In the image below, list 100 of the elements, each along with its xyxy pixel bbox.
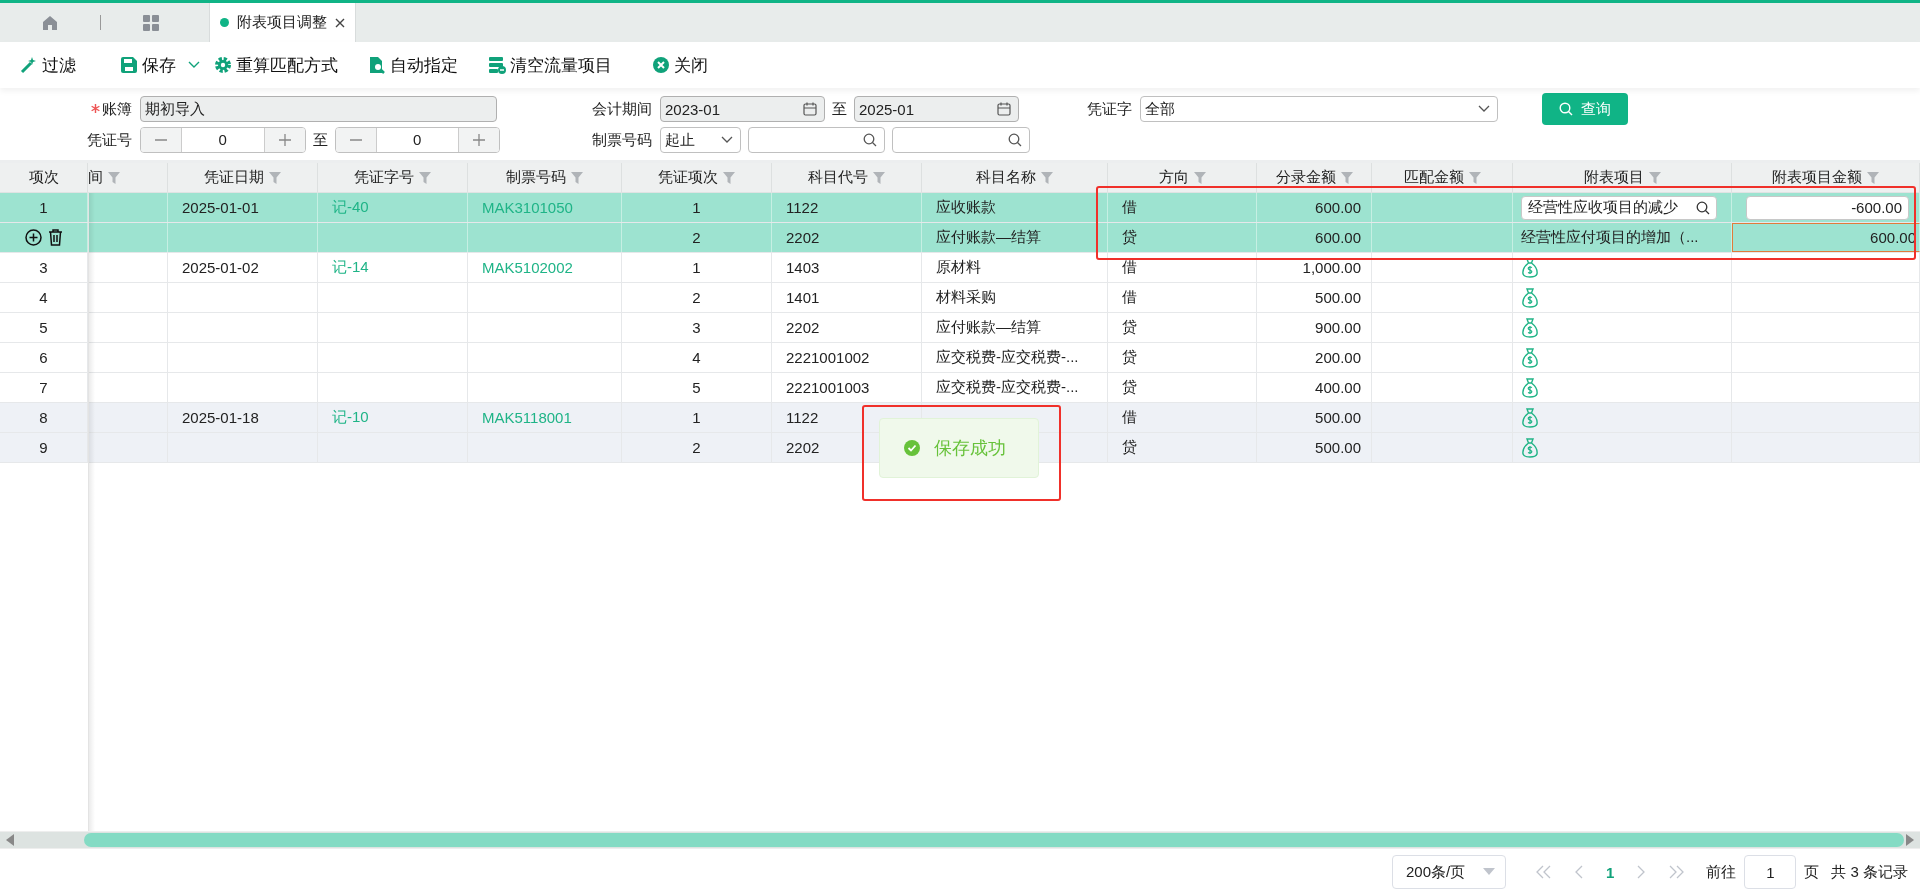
number-stepper[interactable]: 0: [140, 127, 306, 153]
table-cell: 贷: [1122, 378, 1137, 397]
table-cell: 4: [39, 289, 48, 306]
column-header[interactable]: 科目代号: [772, 163, 922, 192]
item-search-field[interactable]: 经营性应收项目的减少: [1521, 195, 1717, 220]
column-header[interactable]: 匹配金额: [1372, 163, 1513, 192]
next-page-icon[interactable]: [1636, 865, 1647, 879]
column-header[interactable]: 凭证项次: [622, 163, 772, 192]
table-cell: 贷: [1122, 348, 1137, 367]
filter-icon[interactable]: [108, 171, 120, 184]
table-cell[interactable]: 经营性应付项目的增加（...: [1521, 228, 1699, 247]
plus-icon[interactable]: [278, 134, 291, 146]
table-cell: 5: [692, 379, 701, 396]
money-bag-icon[interactable]: [1521, 407, 1539, 428]
table-cell: 1,000.00: [1302, 259, 1361, 276]
scroll-right-icon[interactable]: [1906, 834, 1914, 846]
money-bag-icon[interactable]: [1521, 257, 1539, 278]
range-mode-select[interactable]: 起止: [660, 127, 741, 153]
previous-page-icon[interactable]: [1573, 865, 1584, 879]
table-cell: 400.00: [1315, 379, 1361, 396]
table-cell: 2221001002: [786, 349, 870, 366]
filter-icon[interactable]: [1193, 171, 1206, 184]
table-cell: 200.00: [1315, 349, 1361, 366]
table-cell: 2025-01-01: [182, 199, 259, 216]
last-page-icon[interactable]: [1668, 865, 1685, 879]
column-header[interactable]: 科目名称: [922, 163, 1108, 192]
column-header[interactable]: 制票号码: [468, 163, 622, 192]
table-cell: 材料采购: [936, 288, 996, 307]
toolbar-button[interactable]: 保存: [120, 53, 200, 77]
money-bag-icon[interactable]: [1521, 377, 1539, 398]
filter-icon[interactable]: [1648, 171, 1661, 184]
table-cell: 900.00: [1315, 319, 1361, 336]
column-header[interactable]: 方向: [1108, 163, 1257, 192]
filter-icon[interactable]: [1867, 171, 1879, 184]
column-header[interactable]: 间: [88, 163, 168, 192]
table-cell: 8: [39, 409, 48, 426]
money-bag-icon[interactable]: [1521, 347, 1539, 368]
scroll-left-icon[interactable]: [6, 834, 14, 846]
money-bag-icon[interactable]: [1521, 437, 1539, 458]
save-icon: [120, 56, 138, 74]
table-row[interactable]: 5 3 2202 应付账款—结算 贷 900.00: [0, 313, 1920, 343]
table-row[interactable]: 8 2025-01-18 记-10 MAK5118001 1 1122 借 500.00: [0, 403, 1920, 433]
close-icon[interactable]: [335, 17, 345, 28]
table-cell: 1401: [786, 289, 820, 306]
column-header[interactable]: 附表项目: [1513, 163, 1732, 192]
dropdown-icon: [1482, 868, 1495, 876]
search-icon: [1696, 200, 1710, 215]
toolbar-button[interactable]: 关闭: [652, 53, 708, 77]
table-cell: 2202: [786, 319, 820, 336]
column-header[interactable]: 项次: [0, 163, 88, 192]
date-field[interactable]: 2023-01: [660, 96, 825, 122]
table-cell: 原材料: [936, 258, 981, 277]
page-tab[interactable]: 附表项目调整: [209, 3, 356, 42]
column-header[interactable]: 凭证日期: [168, 163, 318, 192]
trash-icon[interactable]: [47, 229, 63, 246]
search-icon: [863, 133, 878, 147]
horizontal-scrollbar[interactable]: [0, 832, 1920, 848]
filter-icon[interactable]: [723, 171, 735, 184]
chevron-icon[interactable]: [188, 61, 200, 69]
goto-page-field[interactable]: 1: [1744, 855, 1797, 889]
first-page-icon[interactable]: [1535, 865, 1552, 879]
column-header[interactable]: 凭证字号: [318, 163, 468, 192]
table-cell: 应付账款—结算: [936, 228, 1041, 247]
filter-icon[interactable]: [873, 171, 885, 184]
filter-icon[interactable]: [571, 171, 583, 184]
filter-icon[interactable]: [1468, 171, 1481, 184]
table-cell: 600.00: [1315, 199, 1361, 216]
table-cell: 1: [692, 409, 701, 426]
filter-icon[interactable]: [419, 171, 431, 184]
table-cell: 500.00: [1315, 439, 1361, 456]
add-icon[interactable]: [24, 229, 42, 246]
voucher-word-select[interactable]: 全部: [1140, 96, 1498, 122]
filter-icon[interactable]: [1041, 171, 1053, 184]
column-header[interactable]: 分录金额: [1257, 163, 1372, 192]
toolbar-button[interactable]: 自动指定: [368, 53, 458, 77]
amount-input[interactable]: -600.00: [1746, 195, 1909, 220]
search-field[interactable]: [747, 127, 886, 153]
table-row[interactable]: 6 4 2221001002 应交税费-应交税费-... 贷 200.00: [0, 343, 1920, 373]
toolbar-button[interactable]: 过滤: [20, 53, 76, 77]
number-stepper[interactable]: 0: [334, 127, 500, 153]
filter-icon[interactable]: [269, 171, 281, 184]
money-bag-icon[interactable]: [1521, 287, 1539, 308]
column-header[interactable]: 附表项目金额: [1732, 163, 1920, 192]
table-cell: 1403: [786, 259, 820, 276]
search-field[interactable]: [892, 127, 1030, 153]
table-cell: 借: [1122, 408, 1137, 427]
active-dot-icon: [220, 18, 229, 27]
date-field[interactable]: 2025-01: [854, 96, 1019, 122]
toolbar-button[interactable]: 重算匹配方式: [214, 53, 338, 77]
filter-icon[interactable]: [1340, 171, 1353, 184]
toolbar-button[interactable]: 清空流量项目: [488, 53, 612, 77]
page-size-select[interactable]: 200条/页: [1391, 855, 1506, 889]
plus-icon[interactable]: [473, 134, 485, 146]
account-field[interactable]: 期初导入: [140, 96, 497, 122]
table-cell: 应收账款: [936, 198, 996, 217]
table-row[interactable]: 1 2025-01-01 记-40 MAK3101050 1 1122 应收账款 借 600.00 经营性应收项目的减少 -600.00: [0, 193, 1920, 223]
money-bag-icon[interactable]: [1521, 317, 1539, 338]
table-row[interactable]: 4 2 1401 材料采购 借 500.00: [0, 283, 1920, 313]
table-row[interactable]: 3 2025-01-02 记-14 MAK5102002 1 1403 原材料 借 1,000.00: [0, 253, 1920, 283]
table-cell: 2025-01-18: [182, 409, 259, 426]
